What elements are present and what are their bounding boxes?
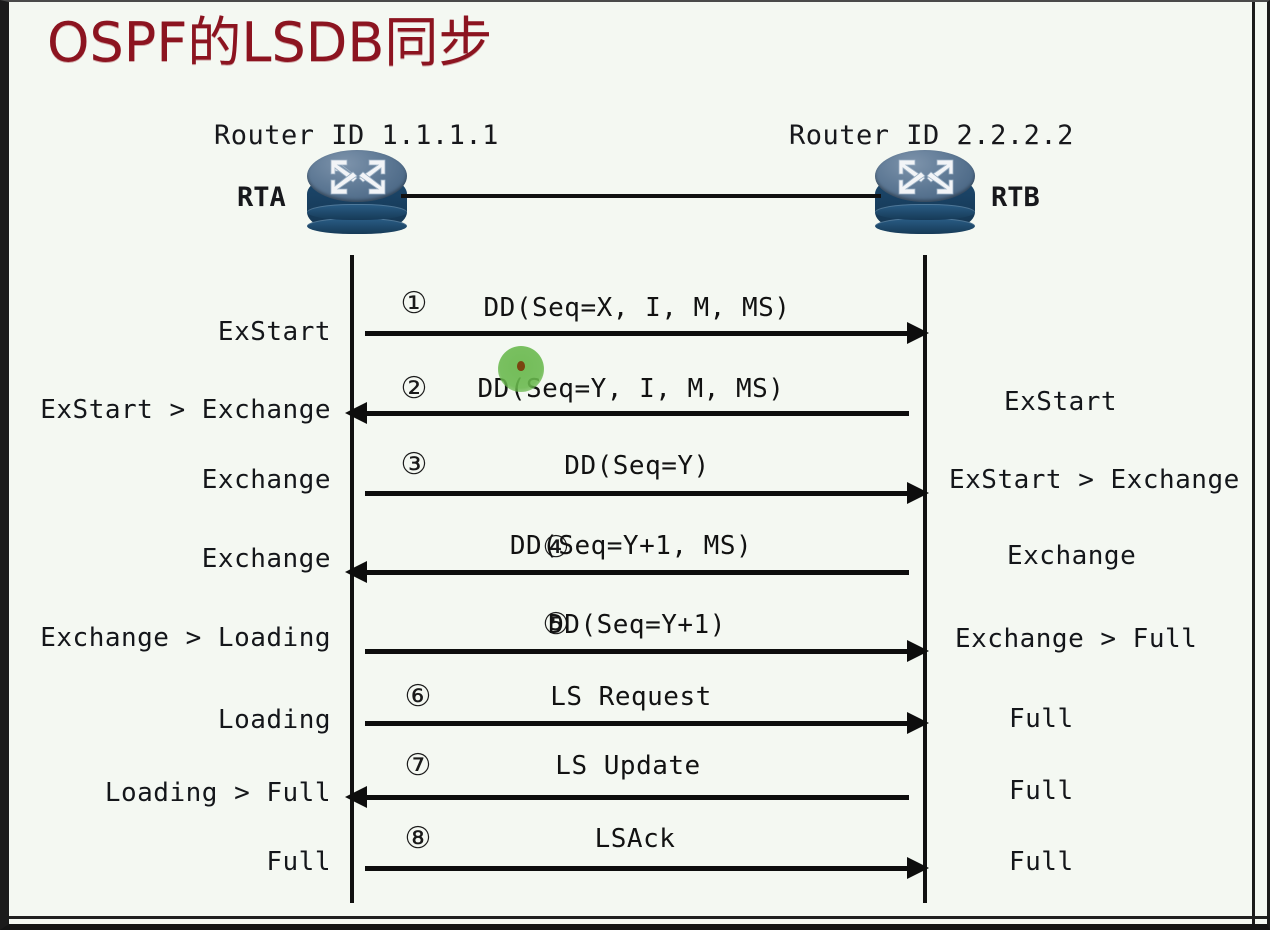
message-arrow-right (365, 482, 929, 504)
message-arrow-right (365, 640, 929, 662)
frame-bottom-rule (9, 916, 1267, 919)
message-label: DD(Seq=X, I, M, MS) (483, 293, 791, 323)
left-state-label: Exchange > Loading (40, 623, 331, 653)
message-arrow-left (345, 561, 909, 583)
right-state-label: Full (1009, 704, 1074, 734)
message-arrow-left (345, 786, 909, 808)
right-state-label: Full (1009, 776, 1074, 806)
router-icon-rta (305, 150, 409, 244)
left-state-label: Exchange (201, 465, 331, 495)
message-label: DD(Seq=Y, I, M, MS) (477, 374, 785, 404)
message-label: DD(Seq=Y) (564, 451, 710, 481)
lifeline-rtb (923, 255, 927, 903)
frame-right-rule (1252, 2, 1255, 924)
message-arrow-right (365, 857, 929, 879)
message-arrow-right (365, 712, 929, 734)
message-label: LSAck (594, 824, 676, 854)
right-state-label: ExStart > Exchange (949, 465, 1240, 495)
message-arrow-right (365, 322, 929, 344)
message-arrow-left (345, 402, 909, 424)
cursor-pointer-dot (517, 361, 525, 371)
left-state-label: Exchange (201, 544, 331, 574)
router-arrows-icon (898, 159, 954, 195)
router-band-lower (875, 218, 975, 234)
router-band-lower (307, 218, 407, 234)
left-router-id-label: Router ID 1.1.1.1 (214, 120, 499, 151)
right-router-id-label: Router ID 2.2.2.2 (789, 120, 1074, 151)
left-state-label: Loading (217, 705, 331, 735)
message-label: LS Update (555, 751, 701, 781)
router-icon-rtb (873, 150, 977, 244)
router-band-upper (307, 204, 407, 220)
right-state-label: Exchange > Full (955, 624, 1198, 654)
message-label: DD(Seq=Y+1, MS) (509, 531, 753, 561)
router-link-line (401, 194, 881, 198)
left-state-label: Loading > Full (104, 778, 331, 808)
right-router-name-label: RTB (991, 182, 1040, 213)
left-router-name-label: RTA (237, 182, 286, 213)
message-label: LS Request (550, 682, 712, 712)
right-state-label: ExStart (1004, 387, 1118, 417)
router-arrows-icon (330, 159, 386, 195)
right-state-label: Full (1009, 847, 1074, 877)
right-state-label: Exchange (1007, 541, 1137, 571)
slide-canvas: OSPF的LSDB同步 Router ID 1.1.1.1 RTA Router… (0, 0, 1270, 930)
router-band-upper (875, 204, 975, 220)
left-state-label: Full (266, 847, 331, 877)
message-label: DD(Seq=Y+1) (548, 610, 726, 640)
left-state-label: ExStart (217, 317, 331, 347)
page-title: OSPF的LSDB同步 (47, 11, 493, 74)
left-state-label: ExStart > Exchange (40, 395, 331, 425)
